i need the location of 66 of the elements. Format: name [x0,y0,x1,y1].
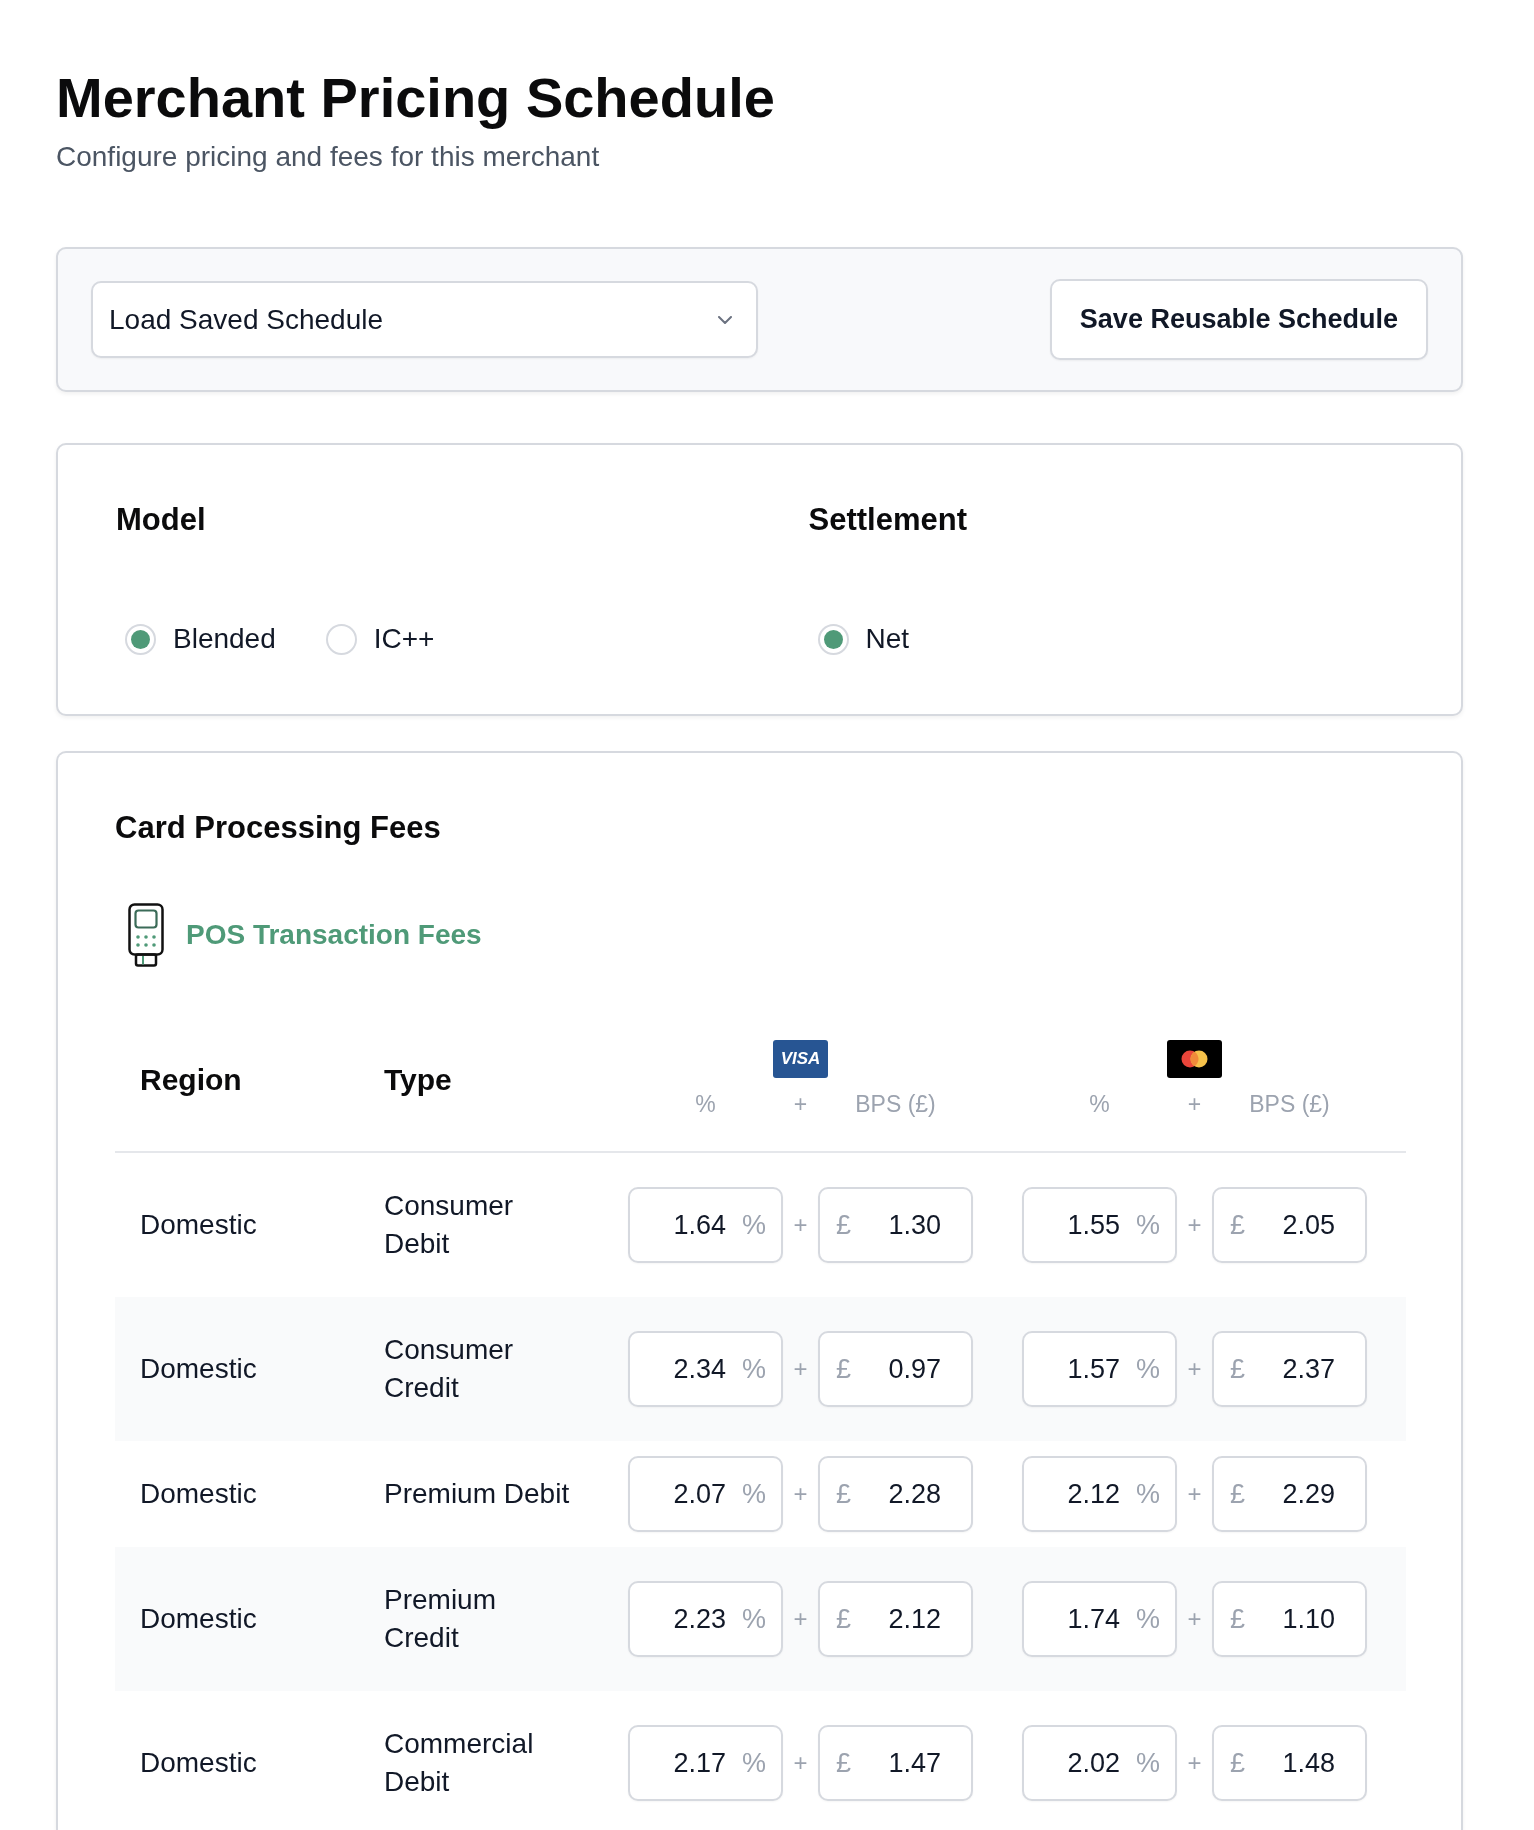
table-cell-text: Domestic [140,1746,258,1780]
plus-sign: + [792,1480,809,1508]
page-title: Merchant Pricing Schedule [56,65,776,131]
table-cell-text: Commercial Debit [384,1727,535,1799]
page-subtitle: Configure pricing and fees for this merchant [56,140,601,174]
subsection-heading: POS Transaction Fees [186,918,482,952]
bps-field[interactable]: £ 2.28 [818,1456,973,1532]
percent-field[interactable]: 2.23 % [628,1581,783,1657]
section-heading: Settlement [808,501,968,539]
table-cell-text: Consumer Debit [384,1189,515,1261]
bps-field[interactable]: £ 1.47 [818,1725,973,1801]
bps-field[interactable]: £ 2.37 [1212,1331,1367,1407]
percent-field[interactable]: 2.07 % [628,1456,783,1532]
chevron-down-icon [718,315,732,324]
card-brand-badge: VISA [773,1040,828,1078]
plus-sign: + [792,1211,809,1239]
radio-label[interactable]: Blended [173,620,276,658]
percent-field[interactable]: 1.74 % [1022,1581,1177,1657]
two-circles-logo-icon [1167,1040,1222,1078]
table-cell-text: Premium Debit [384,1477,571,1511]
bps-field[interactable]: £ 2.12 [818,1581,973,1657]
column-subheader: % [1089,1090,1110,1119]
percent-field[interactable]: 1.57 % [1022,1331,1177,1407]
bps-field[interactable]: £ 1.10 [1212,1581,1367,1657]
percent-field[interactable]: 2.02 % [1022,1725,1177,1801]
plus-sign: + [792,1355,809,1383]
plus-sign: + [1187,1090,1202,1119]
table-cell-text: Consumer Credit [384,1333,515,1405]
column-header: Type [384,1061,453,1098]
table-cell-text: Domestic [140,1352,258,1386]
radio-button[interactable] [125,623,156,655]
table-cell-text: Domestic [140,1208,258,1242]
plus-sign: + [792,1605,809,1633]
radio-label[interactable]: Net [865,620,910,658]
column-header: Region [140,1061,243,1098]
schedule-select[interactable]: Load Saved Schedule [91,281,758,358]
radio-label[interactable]: IC++ [373,620,435,658]
section-heading: Card Processing Fees [115,809,442,847]
plus-sign: + [1186,1211,1203,1239]
bps-field[interactable]: £ 2.05 [1212,1187,1367,1263]
percent-field[interactable]: 1.64 % [628,1187,783,1263]
table-cell-text: Domestic [140,1602,258,1636]
plus-sign: + [793,1090,808,1119]
plus-sign: + [1186,1605,1203,1633]
plus-sign: + [792,1749,809,1777]
bps-field[interactable]: £ 1.48 [1212,1725,1367,1801]
save-button[interactable]: Save Reusable Schedule [1049,279,1428,360]
percent-field[interactable]: 2.12 % [1022,1456,1177,1532]
column-subheader: BPS (£) [1249,1090,1330,1119]
card-terminal-icon [128,903,164,967]
plus-sign: + [1186,1480,1203,1508]
column-subheader: BPS (£) [855,1090,936,1119]
bps-field[interactable]: £ 2.29 [1212,1456,1367,1532]
bps-field[interactable]: £ 0.97 [818,1331,973,1407]
table-cell-text: Domestic [140,1477,258,1511]
radio-button[interactable] [817,623,849,655]
percent-field[interactable]: 2.17 % [628,1725,783,1801]
radio-button[interactable] [325,623,357,655]
percent-field[interactable]: 2.34 % [628,1331,783,1407]
plus-sign: + [1186,1355,1203,1383]
bps-field[interactable]: £ 1.30 [818,1187,973,1263]
percent-field[interactable]: 1.55 % [1022,1187,1177,1263]
section-heading: Model [116,501,207,539]
plus-sign: + [1186,1749,1203,1777]
table-cell-text: Premium Credit [384,1583,497,1655]
column-subheader: % [695,1090,716,1119]
